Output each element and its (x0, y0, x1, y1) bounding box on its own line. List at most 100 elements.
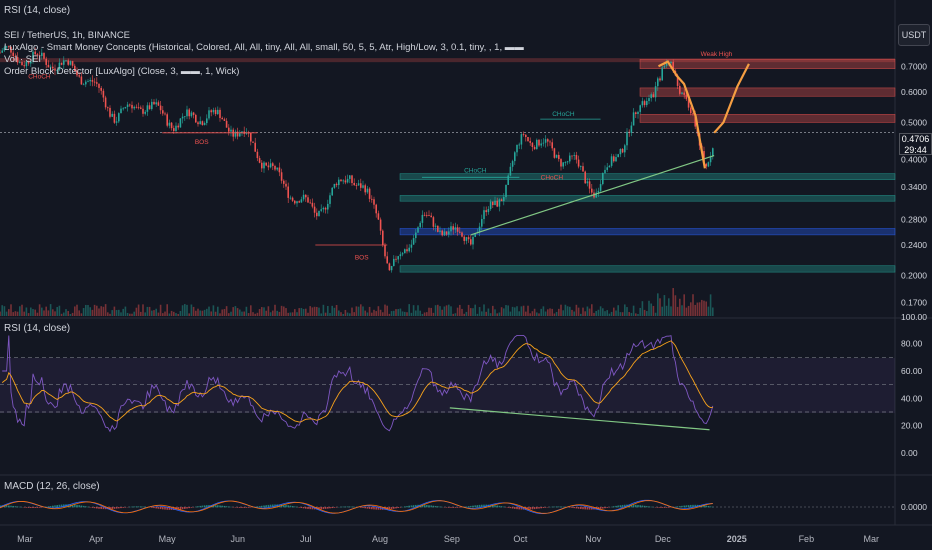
candle-body (184, 116, 186, 118)
price-chart[interactable]: CHoCHBOSBOSCHoCHCHoCHCHoCHWeak High 0.70… (0, 0, 932, 550)
macd-histogram-bar (25, 507, 28, 508)
currency-button[interactable]: USDT (898, 24, 930, 46)
volume-bar (423, 312, 426, 316)
candle-body (511, 161, 514, 167)
macd-histogram-bar (27, 507, 30, 508)
macd-histogram-bar (82, 505, 85, 508)
volume-bar (140, 311, 142, 316)
volume-bar (518, 311, 520, 316)
candle-body (340, 179, 342, 182)
volume-bar (676, 306, 679, 316)
volume-bar (32, 309, 34, 316)
volume-bar (135, 307, 138, 316)
candle-body (263, 162, 265, 169)
candle-body (311, 202, 314, 207)
macd-histogram-bar (305, 507, 307, 509)
candle-body (410, 244, 413, 248)
smc-indicator-label[interactable]: LuxAlgo - Smart Money Concepts (Historic… (4, 42, 524, 53)
volume-bar (151, 310, 153, 316)
candle-body (327, 203, 329, 210)
volume-indicator-label[interactable]: Vol · SEI (4, 54, 41, 65)
macd-histogram-bar (562, 506, 564, 508)
macd-histogram-bar (137, 506, 140, 508)
volume-bar (41, 307, 43, 316)
macd-histogram-bar (503, 506, 505, 508)
volume-bar (188, 313, 190, 316)
macd-histogram-bar (474, 505, 476, 508)
candle-body (591, 188, 593, 193)
volume-bar (69, 313, 72, 316)
volume-bar (318, 307, 320, 316)
order-block-indicator-label[interactable]: Order Block Detector [LuxAlgo] (Close, 3… (4, 66, 239, 77)
volume-bar (683, 294, 685, 316)
macd-histogram-bar (558, 506, 560, 508)
volume-bar (432, 312, 435, 316)
volume-bar (98, 308, 100, 316)
volume-bar (133, 311, 135, 316)
candle-body (228, 127, 230, 132)
candle-body (597, 190, 600, 193)
macd-histogram-bar (375, 507, 377, 510)
rsi-pane-title[interactable]: RSI (14, close) (4, 323, 70, 334)
volume-bar (342, 313, 344, 316)
candle-body (652, 94, 655, 98)
macd-histogram-bar (553, 506, 556, 508)
macd-histogram-bar (335, 507, 338, 508)
volume-bar (256, 312, 259, 316)
time-tick-label: Feb (799, 534, 815, 544)
macd-histogram-bar (668, 507, 670, 508)
volume-bar (111, 310, 113, 316)
candle-body (498, 199, 501, 207)
volume-bar (547, 309, 549, 316)
macd-histogram-bar (621, 504, 624, 508)
symbol-title[interactable]: SEI / TetherUS, 1h, BINANCE (4, 30, 130, 41)
candle-body (151, 101, 153, 110)
candle-body (661, 67, 663, 81)
volume-bar (588, 308, 591, 316)
volume-bar (360, 304, 362, 316)
price-tick-label: 0.5000 (901, 117, 927, 127)
macd-histogram-bar (111, 507, 113, 509)
macd-histogram-bar (241, 507, 243, 508)
candle-body (333, 183, 336, 188)
volume-bar (291, 312, 294, 316)
macd-histogram-bar (456, 507, 459, 508)
macd-histogram-bar (289, 505, 292, 508)
volume-bar (492, 305, 494, 316)
macd-histogram-bar (256, 506, 259, 508)
macd-pane-title[interactable]: MACD (12, 26, close) (4, 481, 100, 492)
candle-body (102, 90, 105, 98)
top-rsi-title[interactable]: RSI (14, close) (4, 5, 70, 16)
macd-histogram-bar (674, 506, 677, 508)
candle-body (487, 209, 490, 213)
volume-bar (470, 308, 472, 316)
macd-histogram-bar (351, 506, 353, 508)
volume-bar (258, 309, 261, 316)
candle-body (626, 131, 628, 146)
candle-body (575, 155, 578, 160)
candle-body (104, 97, 107, 108)
candle-body (289, 197, 292, 199)
volume-bar (186, 304, 188, 316)
volume-bar (212, 305, 215, 316)
volume-bar (146, 306, 149, 316)
macd-histogram-bar (144, 506, 146, 508)
rsi-tick-label: 60.00 (901, 366, 923, 376)
macd-histogram-bar (599, 507, 602, 509)
volume-bar (232, 307, 234, 316)
rsi-band-fill (0, 358, 895, 413)
candle-body (142, 108, 144, 114)
macd-histogram-bar (320, 507, 322, 510)
candle-body (441, 230, 443, 236)
candle-body (357, 183, 360, 186)
volume-bar (441, 309, 443, 316)
volume-bar (300, 307, 303, 316)
candle-body (705, 163, 707, 167)
macd-histogram-bar (164, 507, 166, 510)
macd-histogram-bar (707, 505, 710, 508)
candle-body (412, 238, 415, 245)
macd-histogram-bar (571, 507, 573, 508)
bar-countdown: 29:44 (904, 145, 927, 155)
macd-histogram-bar (643, 505, 646, 508)
volume-bar (214, 311, 217, 316)
